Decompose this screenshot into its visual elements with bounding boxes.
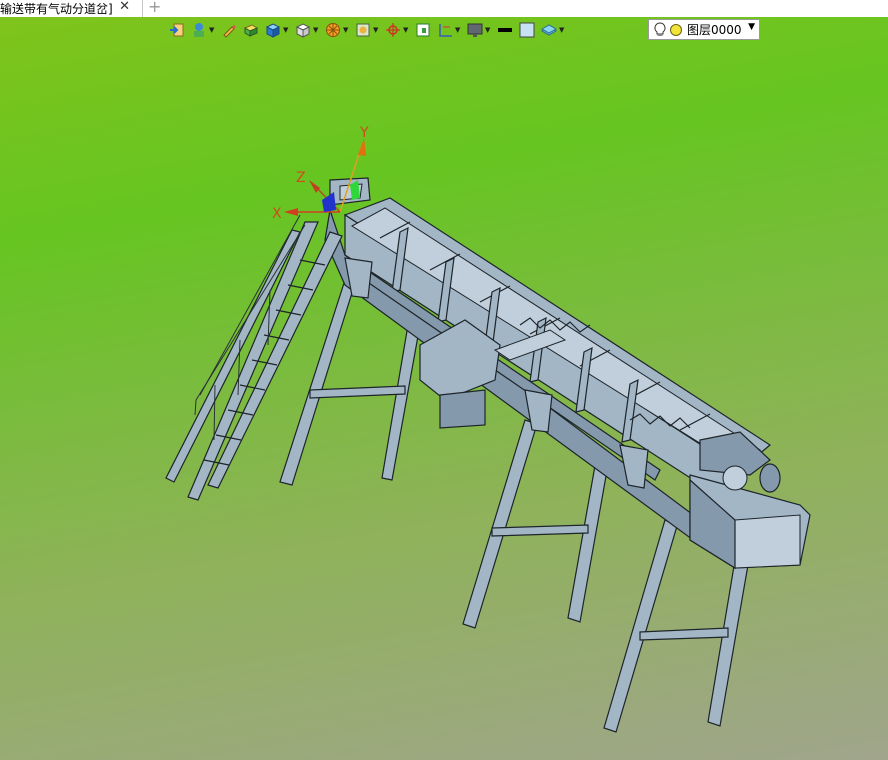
document-tab[interactable]: 输送带有气动分道岔] ✕ [0, 0, 143, 17]
chevron-down-icon[interactable]: ▼ [559, 26, 566, 34]
lightbulb-icon [654, 21, 666, 36]
document-tab-title: 输送带有气动分道岔] [0, 2, 113, 16]
close-tab-icon[interactable]: ✕ [119, 0, 130, 14]
chevron-down-icon[interactable]: ▼ [343, 26, 350, 34]
render-style-icon[interactable] [190, 21, 208, 39]
layer-stack-icon[interactable] [540, 21, 558, 39]
chevron-down-icon[interactable]: ▼ [403, 26, 410, 34]
conveyor-frame [324, 177, 811, 570]
axis-z-label: Z [296, 170, 306, 186]
sketch-icon[interactable] [414, 21, 432, 39]
cube-white-icon[interactable] [294, 21, 312, 39]
chevron-down-icon[interactable]: ▼ [313, 26, 320, 34]
document-tab-bar: 输送带有气动分道岔] ✕ + [0, 0, 888, 17]
chevron-down-icon[interactable]: ▼ [283, 26, 290, 34]
chevron-down-icon[interactable]: ▼ [748, 22, 755, 32]
pencil-icon[interactable] [220, 21, 238, 39]
fill-color-icon[interactable] [518, 21, 536, 39]
layer-dropdown[interactable]: 图层0000 ▼ [648, 19, 760, 40]
section-wheel-icon[interactable] [324, 21, 342, 39]
axis-triad: Y X Z [272, 125, 369, 222]
add-tab-icon[interactable]: + [148, 0, 161, 16]
chevron-down-icon[interactable]: ▼ [485, 26, 492, 34]
axis-x-label: X [272, 206, 282, 222]
box-tool-icon[interactable] [242, 21, 260, 39]
view-toolbar: ▼ ▼ ▼ ▼ ▼ ▼ ▼ ▼ ▼ [168, 20, 566, 40]
axis-y-label: Y [359, 125, 369, 141]
chevron-down-icon[interactable]: ▼ [209, 26, 216, 34]
layer-name: 图层0000 [687, 23, 742, 37]
cube-blue-icon[interactable] [264, 21, 282, 39]
chevron-down-icon[interactable]: ▼ [455, 26, 462, 34]
access-ladder [165, 214, 343, 501]
3d-viewport[interactable]: .s { fill:#a3b6c5; stroke:#1d242a; strok… [0, 17, 888, 760]
layer-color-icon [670, 23, 682, 36]
exit-icon[interactable] [168, 21, 186, 39]
view-orient-icon[interactable] [354, 21, 372, 39]
line-color-icon[interactable] [496, 21, 514, 39]
origin-icon[interactable] [384, 21, 402, 39]
display-icon[interactable] [466, 21, 484, 39]
dimension-icon[interactable] [436, 21, 454, 39]
chevron-down-icon[interactable]: ▼ [373, 26, 380, 34]
conveyor-model[interactable]: .s { fill:#a3b6c5; stroke:#1d242a; strok… [0, 17, 888, 760]
